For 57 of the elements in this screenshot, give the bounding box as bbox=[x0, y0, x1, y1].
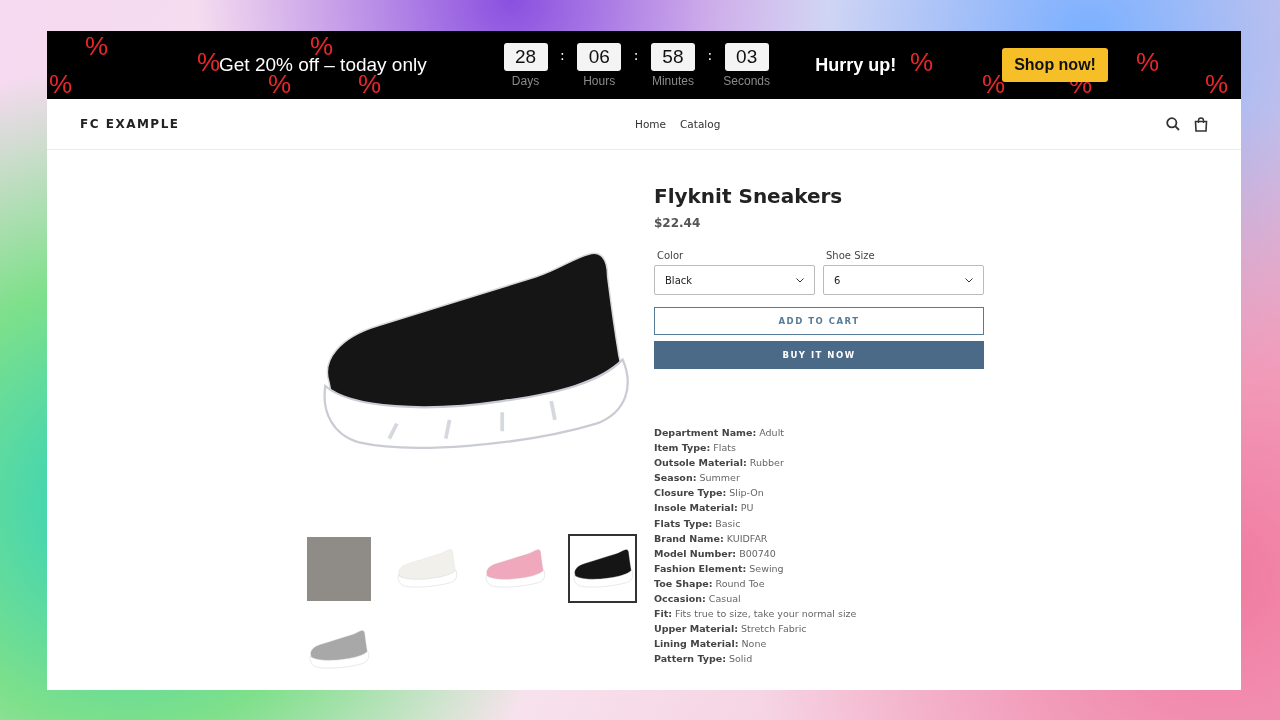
spec-line: Occasion: Casual bbox=[654, 592, 742, 607]
countdown-label: Seconds bbox=[723, 73, 770, 88]
search-icon[interactable] bbox=[1166, 117, 1180, 131]
store-logo[interactable]: FC EXAMPLE bbox=[80, 117, 500, 131]
option-select[interactable]: Black bbox=[654, 265, 815, 295]
percent-mark: % bbox=[1205, 71, 1229, 97]
urgency-text: Hurry up! bbox=[815, 54, 897, 76]
spec-line: Fashion Element: Sewing bbox=[654, 561, 785, 576]
countdown-separator: : bbox=[560, 46, 565, 63]
thumbnail[interactable] bbox=[568, 534, 637, 603]
countdown-label: Days bbox=[511, 73, 540, 88]
product-price: $22.44 bbox=[654, 216, 702, 230]
countdown-value: 03 bbox=[724, 42, 769, 71]
percent-mark: % bbox=[49, 71, 73, 97]
option-select[interactable]: 6 bbox=[823, 265, 984, 295]
percent-mark: % bbox=[85, 33, 109, 59]
option-label: Shoe Size bbox=[825, 250, 876, 261]
spec-line: Insole Material: PU bbox=[654, 501, 755, 516]
spec-line: Department Name: Adult bbox=[654, 426, 785, 440]
spec-line: Upper Material: Stretch Fabric bbox=[654, 622, 808, 637]
photo-placeholder bbox=[306, 536, 371, 601]
add-to-cart-button[interactable]: ADD TO CART bbox=[654, 307, 984, 335]
spec-line: Flats Type: Basic bbox=[654, 516, 742, 531]
nav-link[interactable]: Catalog bbox=[680, 118, 721, 130]
spec-line: Brand Name: KUIDFAR bbox=[654, 531, 769, 546]
chevron-down-icon bbox=[796, 277, 804, 283]
spec-line: Toe Shape: Round Toe bbox=[654, 576, 766, 591]
percent-mark: % bbox=[910, 49, 934, 75]
shop-now-button[interactable]: Shop now! bbox=[1002, 48, 1108, 82]
spec-line: Item Type: Flats bbox=[654, 441, 737, 456]
spec-line: Lining Material: None bbox=[654, 637, 768, 652]
spec-line: Season: Summer bbox=[654, 471, 741, 486]
countdown-separator: : bbox=[707, 46, 713, 63]
countdown-label: Hours bbox=[583, 73, 616, 88]
shopping-bag-icon[interactable] bbox=[1194, 116, 1208, 132]
spec-line: Model Number: B00740 bbox=[654, 546, 777, 561]
spec-line: Closure Type: Slip-On bbox=[654, 486, 765, 501]
countdown-value: 28 bbox=[503, 42, 548, 71]
countdown-separator: : bbox=[633, 46, 639, 63]
shoe-icon bbox=[307, 628, 370, 671]
spec-line: Fit: Fits true to size, take your normal size bbox=[654, 607, 858, 622]
nav-link[interactable]: Home bbox=[635, 118, 666, 130]
countdown-value: 06 bbox=[577, 42, 622, 71]
spec-line: Outsole Material: Rubber bbox=[654, 456, 785, 471]
product-title: Flyknit Sneakers bbox=[654, 184, 844, 208]
percent-mark: % bbox=[197, 49, 221, 75]
option-label: Color bbox=[656, 250, 685, 261]
shoe-icon bbox=[395, 547, 458, 590]
buy-now-button[interactable]: BUY IT NOW bbox=[654, 341, 984, 369]
countdown-value: 58 bbox=[650, 42, 695, 71]
chevron-down-icon bbox=[965, 277, 973, 283]
countdown-label: Minutes bbox=[651, 73, 694, 88]
percent-mark: % bbox=[1136, 49, 1160, 75]
shoe-icon bbox=[571, 547, 634, 590]
thumbnail[interactable] bbox=[304, 534, 373, 603]
shoe-icon bbox=[483, 547, 546, 590]
spec-line: Pattern Type: Solid bbox=[654, 652, 754, 667]
